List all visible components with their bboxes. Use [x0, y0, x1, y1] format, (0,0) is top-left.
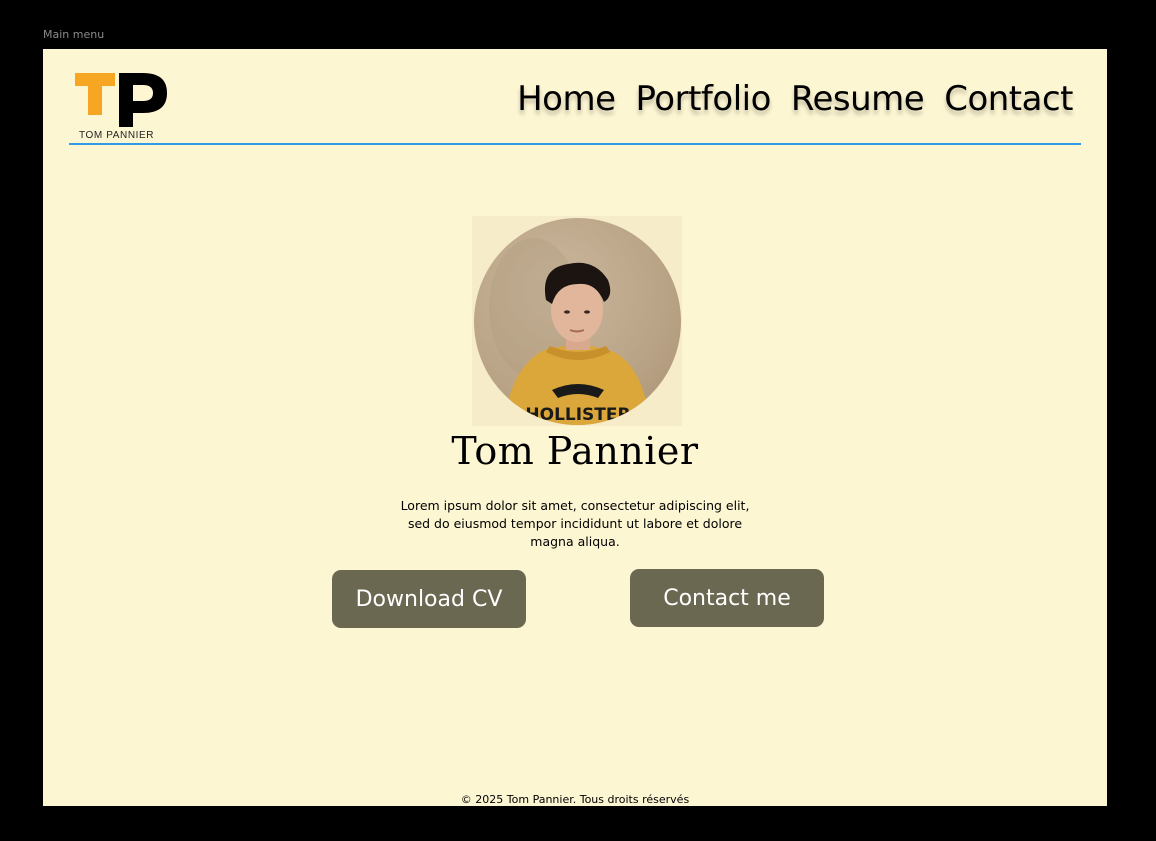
svg-text:HOLLISTER: HOLLISTER: [525, 405, 630, 425]
footer-copyright: © 2025 Tom Pannier. Tous droits réservés: [460, 793, 690, 806]
header-divider: [69, 143, 1081, 145]
nav-resume[interactable]: Resume: [791, 79, 925, 119]
profile-bio: Lorem ipsum dolor sit amet, consectetur …: [400, 498, 750, 549]
profile-photo: HOLLISTER: [489, 238, 650, 425]
tp-logo-mark: [75, 73, 167, 127]
frame-label: Main menu: [43, 28, 105, 41]
avatar-frame: HOLLISTER: [472, 216, 682, 426]
avatar: HOLLISTER: [474, 218, 681, 425]
main-nav: Home Portfolio Resume Contact: [517, 79, 1073, 119]
nav-home[interactable]: Home: [517, 79, 616, 119]
page-canvas: TOM PANNIER Home Portfolio Resume Contac…: [43, 49, 1107, 806]
nav-contact[interactable]: Contact: [944, 79, 1073, 119]
profile-name: Tom Pannier: [451, 429, 699, 473]
download-cv-button[interactable]: Download CV: [332, 570, 526, 628]
contact-me-button[interactable]: Contact me: [630, 569, 824, 627]
nav-portfolio[interactable]: Portfolio: [636, 79, 772, 119]
logo-caption: TOM PANNIER: [79, 130, 155, 141]
